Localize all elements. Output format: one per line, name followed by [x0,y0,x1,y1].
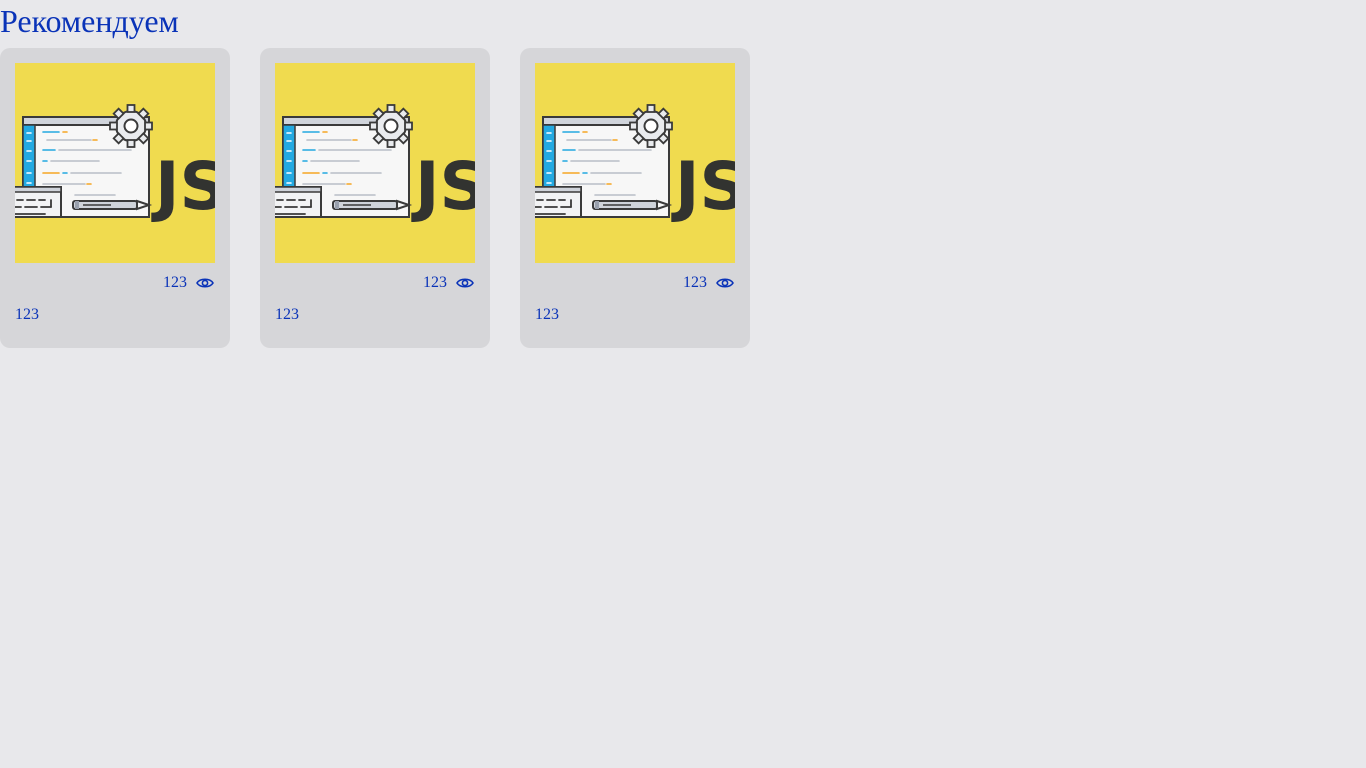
eye-icon [196,278,214,288]
card-thumbnail [15,63,215,263]
section-title: Рекомендуем [0,3,179,39]
views-count: 123 [423,274,447,291]
views-count: 123 [163,274,187,291]
views-counter: 123 [163,273,215,293]
card-list: 123 123 123 123 123 123 [0,48,750,348]
views-counter: 123 [423,273,475,293]
eye-icon [456,278,474,288]
recommendation-card[interactable]: 123 123 [520,48,750,348]
card-title[interactable]: 123 [15,305,39,325]
recommendation-card[interactable]: 123 123 [260,48,490,348]
recommendation-card[interactable]: 123 123 [0,48,230,348]
card-thumbnail [535,63,735,263]
javascript-illustration-icon [275,63,475,263]
card-title[interactable]: 123 [535,305,559,325]
card-thumbnail [275,63,475,263]
views-counter: 123 [683,273,735,293]
card-title[interactable]: 123 [275,305,299,325]
javascript-illustration-icon [535,63,735,263]
javascript-illustration-icon [15,63,215,263]
eye-icon [716,278,734,288]
views-count: 123 [683,274,707,291]
